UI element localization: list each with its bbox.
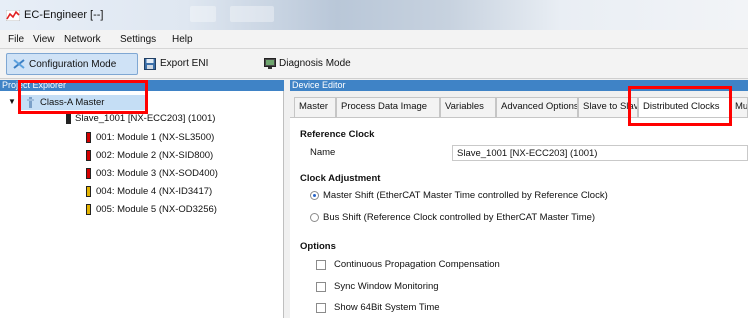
reference-clock-title: Reference Clock bbox=[300, 129, 375, 140]
configuration-mode-label: Configuration Mode bbox=[29, 59, 117, 70]
menu-bar: File View Network Settings Help bbox=[0, 30, 748, 49]
module-icon bbox=[86, 132, 91, 143]
reference-clock-name-field[interactable]: Slave_1001 [NX-ECC203] (1001) bbox=[452, 145, 748, 161]
tab-master[interactable]: Master bbox=[294, 97, 336, 117]
bus-shift-label: Bus Shift (Reference Clock controlled by… bbox=[323, 212, 596, 223]
diagnosis-mode-label: Diagnosis Mode bbox=[279, 58, 351, 69]
options-title: Options bbox=[300, 241, 336, 252]
device-editor-title: Device Editor bbox=[292, 80, 346, 90]
tab-process-data-image[interactable]: Process Data Image bbox=[336, 97, 440, 117]
tree-item-module-label: 002: Module 2 (NX-SID800) bbox=[96, 150, 214, 161]
save-disk-icon bbox=[144, 58, 156, 70]
show-64bit-label: Show 64Bit System Time bbox=[334, 302, 440, 313]
module-icon bbox=[86, 168, 91, 179]
project-explorer-header: Project Explorer bbox=[0, 80, 284, 91]
titlebar-blurred-control[interactable] bbox=[230, 6, 274, 22]
tree-item-module-label: 003: Module 3 (NX-SOD400) bbox=[96, 168, 218, 179]
menu-file[interactable]: File bbox=[8, 34, 24, 45]
app-icon bbox=[6, 10, 20, 21]
slave-coupler-icon bbox=[66, 113, 71, 124]
title-bar: EC-Engineer [--] bbox=[0, 0, 748, 30]
project-explorer-panel: ▼ Class-A Master Slave_1001 [NX-ECC203] … bbox=[0, 91, 284, 318]
continuous-propagation-label: Continuous Propagation Compensation bbox=[334, 259, 500, 270]
tree-item-slave[interactable]: Slave_1001 [NX-ECC203] (1001) bbox=[66, 112, 266, 126]
menu-help[interactable]: Help bbox=[172, 34, 193, 45]
bus-shift-radio[interactable] bbox=[310, 213, 319, 222]
window-title: EC-Engineer [--] bbox=[24, 9, 104, 21]
tab-advanced-options[interactable]: Advanced Options bbox=[496, 97, 578, 117]
master-node-icon bbox=[27, 97, 34, 108]
tree-item-slave-label: Slave_1001 [NX-ECC203] (1001) bbox=[75, 113, 216, 124]
module-icon bbox=[86, 186, 91, 197]
configuration-mode-icon bbox=[13, 59, 25, 69]
tab-distributed-clocks[interactable]: Distributed Clocks bbox=[638, 97, 730, 118]
device-editor-header: Device Editor bbox=[290, 80, 748, 91]
tree-item-module[interactable]: 005: Module 5 (NX-OD3256) bbox=[86, 203, 266, 217]
export-eni-button[interactable]: Export ENI bbox=[142, 53, 232, 75]
configuration-mode-button[interactable]: Configuration Mode bbox=[6, 53, 138, 75]
menu-network[interactable]: Network bbox=[64, 34, 101, 45]
clock-adjustment-title: Clock Adjustment bbox=[300, 173, 381, 184]
tree-item-module-label: 005: Module 5 (NX-OD3256) bbox=[96, 204, 217, 215]
tab-more[interactable]: Mu bbox=[730, 97, 748, 117]
continuous-propagation-checkbox[interactable] bbox=[316, 260, 326, 270]
show-64bit-checkbox[interactable] bbox=[316, 303, 326, 313]
tree-item-master-label: Class-A Master bbox=[40, 97, 105, 108]
menu-settings[interactable]: Settings bbox=[120, 34, 156, 45]
tree-item-module-label: 001: Module 1 (NX-SL3500) bbox=[96, 132, 215, 143]
tab-variables[interactable]: Variables bbox=[440, 97, 496, 117]
export-eni-label: Export ENI bbox=[160, 58, 209, 69]
device-editor-tabs: Master Process Data Image Variables Adva… bbox=[290, 91, 748, 118]
collapse-arrow-icon[interactable]: ▼ bbox=[8, 97, 16, 106]
tree-item-module[interactable]: 002: Module 2 (NX-SID800) bbox=[86, 149, 266, 163]
sync-window-label: Sync Window Monitoring bbox=[334, 281, 439, 292]
toolbar: Configuration Mode Export ENI Diagnosis … bbox=[0, 49, 748, 79]
tree-item-module-label: 004: Module 4 (NX-ID3417) bbox=[96, 186, 213, 197]
tree-item-module[interactable]: 003: Module 3 (NX-SOD400) bbox=[86, 167, 266, 181]
master-shift-radio[interactable] bbox=[310, 191, 319, 200]
reference-clock-name-label: Name bbox=[310, 147, 336, 158]
module-icon bbox=[86, 204, 91, 215]
diagnosis-mode-button[interactable]: Diagnosis Mode bbox=[262, 53, 372, 75]
menu-view[interactable]: View bbox=[33, 34, 55, 45]
sync-window-checkbox[interactable] bbox=[316, 282, 326, 292]
module-icon bbox=[86, 150, 91, 161]
reference-clock-name-value: Slave_1001 [NX-ECC203] (1001) bbox=[457, 148, 598, 159]
tab-slave-to-slave[interactable]: Slave to Slav bbox=[578, 97, 638, 117]
tree-item-module[interactable]: 004: Module 4 (NX-ID3417) bbox=[86, 185, 266, 199]
titlebar-blurred-control[interactable] bbox=[190, 6, 216, 22]
master-shift-label: Master Shift (EtherCAT Master Time contr… bbox=[323, 190, 608, 201]
project-explorer-title: Project Explorer bbox=[2, 80, 67, 90]
tree-item-module[interactable]: 001: Module 1 (NX-SL3500) bbox=[86, 131, 266, 145]
tree-item-master[interactable]: ▼ Class-A Master bbox=[8, 95, 146, 110]
diagnosis-monitor-icon bbox=[264, 58, 276, 69]
